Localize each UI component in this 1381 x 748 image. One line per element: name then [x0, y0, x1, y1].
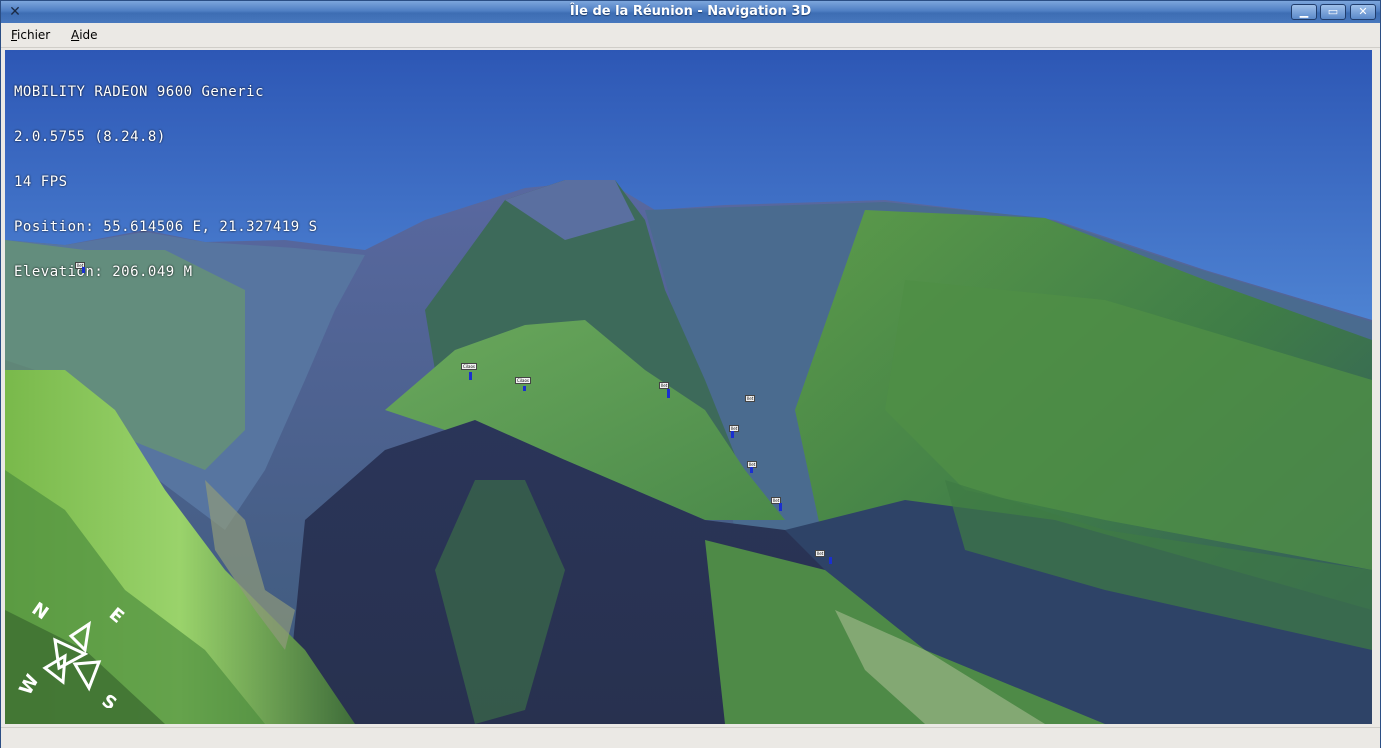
close-icon: ✕	[1358, 5, 1368, 18]
compass-south: S	[98, 690, 121, 708]
window-title: Île de la Réunion - Navigation 3D	[569, 4, 812, 19]
minimize-button[interactable]: ▁	[1291, 4, 1317, 20]
hud-position: Position: 55.614506 E, 21.327419 S	[14, 219, 318, 235]
menu-bar: Fichier Aide	[1, 23, 1380, 48]
hud-overlay: MOBILITY RADEON 9600 Generic 2.0.5755 (8…	[14, 55, 318, 310]
hud-elevation: Elevation: 206.049 M	[14, 264, 193, 280]
menu-fichier[interactable]: Fichier	[11, 28, 50, 42]
compass-north: N	[28, 598, 52, 624]
hud-fps: 14 FPS	[14, 174, 68, 190]
place-marker-label: Cilaos	[461, 363, 477, 370]
marker-pole	[750, 467, 753, 473]
menu-aide-label: Aide	[71, 28, 98, 42]
3d-viewport[interactable]: MOBILITY RADEON 9600 Generic 2.0.5755 (8…	[5, 50, 1372, 724]
viewport-edge	[1372, 50, 1380, 724]
marker-pole	[469, 372, 472, 380]
title-bar[interactable]: ✕ Île de la Réunion - Navigation 3D ▁ ▭ …	[1, 1, 1380, 23]
compass-west: W	[15, 671, 43, 699]
hud-version: 2.0.5755 (8.24.8)	[14, 129, 166, 145]
marker-pole	[523, 386, 526, 391]
compass-icon: N E S W	[15, 598, 125, 708]
compass-east: E	[105, 604, 125, 628]
marker-pole	[731, 431, 734, 438]
place-marker-label: Ilet	[815, 550, 826, 557]
marker-pole	[829, 557, 832, 564]
marker-pole	[779, 503, 782, 511]
hud-renderer: MOBILITY RADEON 9600 Generic	[14, 84, 265, 100]
place-marker-label: Ilet	[745, 395, 756, 402]
marker-pole	[82, 267, 85, 273]
minimize-icon: ▁	[1299, 5, 1309, 18]
place-marker-label: Ilet	[659, 382, 670, 389]
status-bar	[1, 727, 1380, 748]
maximize-button[interactable]: ▭	[1320, 4, 1346, 20]
place-marker-label: Cilaos	[515, 377, 531, 384]
app-window: ✕ Île de la Réunion - Navigation 3D ▁ ▭ …	[0, 0, 1381, 748]
close-button[interactable]: ✕	[1350, 4, 1376, 20]
menu-fichier-label: Fichier	[11, 28, 51, 42]
menu-aide[interactable]: Aide	[71, 28, 98, 42]
marker-pole	[667, 389, 670, 398]
maximize-icon: ▭	[1327, 5, 1339, 18]
